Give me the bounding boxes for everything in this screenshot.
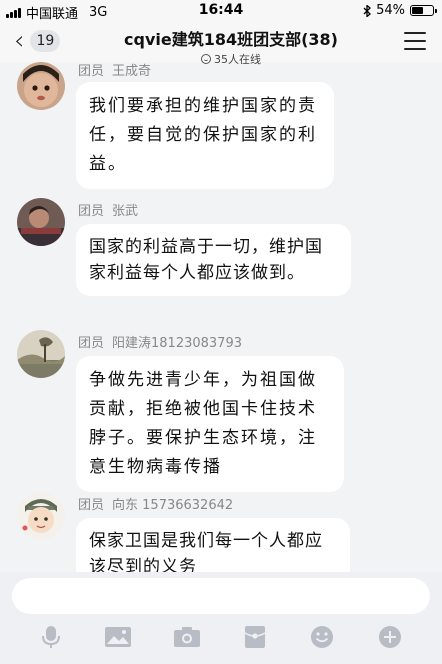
sender-role: 团员	[78, 204, 105, 219]
image-button[interactable]	[103, 624, 133, 650]
camera-button[interactable]	[172, 624, 202, 650]
message-text: 国家的利益高于一切，维护国家利益每个人都应该做到。	[89, 237, 323, 283]
menu-icon-line	[404, 40, 426, 42]
menu-button[interactable]	[404, 32, 426, 50]
sender-name: 张武	[112, 204, 139, 219]
message-text: 我们要承担的维护国家的责任，要自觉的保护国家的利益。	[89, 96, 317, 174]
image-icon	[105, 627, 131, 647]
chevron-left-icon: ‹	[14, 26, 25, 56]
avatar[interactable]	[17, 62, 65, 110]
sender-role: 团员	[78, 498, 105, 513]
battery-icon	[410, 5, 437, 16]
back-button[interactable]: ‹ 19	[14, 26, 61, 56]
chat-message-list[interactable]: 团员 王成奇 我们要承担的维护国家的责任，要自觉的保护国家的利益。 团员 张武 国家…	[0, 62, 442, 572]
sender-name: 阳建涛18123083793	[112, 336, 242, 351]
sender-label: 团员 王成奇	[78, 62, 151, 79]
camera-icon	[174, 627, 200, 647]
message-text: 争做先进青少年，为祖国做贡献，拒绝被他国卡住技术脖子。要保护生态环境，注意生物病…	[89, 370, 317, 477]
message-text: 保家卫国是我们每一个人都应该尽到的义务	[89, 531, 323, 572]
microphone-button[interactable]	[36, 624, 66, 650]
red-packet-icon	[244, 626, 266, 648]
microphone-icon	[42, 626, 60, 648]
avatar[interactable]	[17, 330, 65, 378]
sender-role: 团员	[78, 64, 105, 79]
sender-label: 团员 向东 15736632642	[78, 494, 233, 513]
plus-icon	[379, 626, 401, 648]
sender-role: 团员	[78, 336, 105, 351]
message-input[interactable]	[12, 578, 430, 614]
emoji-button[interactable]	[307, 624, 337, 650]
avatar[interactable]	[17, 492, 65, 540]
battery-percent: 54%	[376, 3, 405, 18]
page-title: cqvie建筑184班团支部(38)	[124, 30, 338, 49]
status-bar: 中国联通 3G 16:44 54%	[0, 0, 442, 22]
message-bubble[interactable]: 争做先进青少年，为祖国做贡献，拒绝被他国卡住技术脖子。要保护生态环境，注意生物病…	[76, 356, 344, 492]
avatar[interactable]	[17, 198, 65, 246]
menu-icon-line	[404, 48, 426, 50]
unread-count-badge: 19	[30, 30, 61, 52]
input-area	[0, 572, 442, 664]
bluetooth-icon	[363, 4, 372, 17]
nav-title-area: cqvie建筑184班团支部(38) 35人在线	[80, 26, 382, 67]
sender-name: 向东 15736632642	[112, 498, 234, 513]
emoji-icon	[311, 626, 333, 648]
plus-button[interactable]	[375, 624, 405, 650]
nav-bar: ‹ 19 cqvie建筑184班团支部(38) 35人在线	[0, 22, 442, 66]
message-bubble[interactable]: 保家卫国是我们每一个人都应该尽到的义务	[76, 518, 350, 572]
menu-icon-line	[404, 32, 426, 34]
message-bubble[interactable]: 国家的利益高于一切，维护国家利益每个人都应该做到。	[76, 224, 351, 296]
sender-label: 团员 阳建涛18123083793	[78, 332, 242, 351]
red-packet-button[interactable]	[240, 624, 270, 650]
battery-fill	[412, 7, 423, 14]
sender-label: 团员 张武	[78, 200, 138, 219]
status-right: 54%	[363, 3, 437, 18]
sender-name: 王成奇	[112, 64, 152, 79]
message-bubble[interactable]: 我们要承担的维护国家的责任，要自觉的保护国家的利益。	[76, 82, 334, 189]
